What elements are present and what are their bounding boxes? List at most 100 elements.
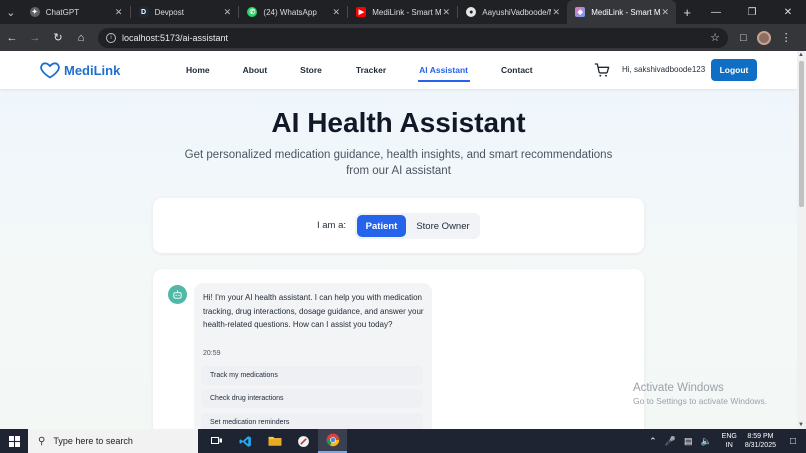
extensions-icon[interactable]: □ — [740, 32, 747, 44]
windows-logo-icon — [8, 435, 20, 447]
brand-logo[interactable]: MediLink — [40, 60, 120, 80]
language-code: ENG — [721, 433, 737, 440]
role-patient-button[interactable]: Patient — [357, 215, 406, 237]
chrome-icon[interactable] — [318, 429, 347, 453]
tab-close-icon[interactable]: ✕ — [660, 7, 670, 18]
watermark-subtitle: Go to Settings to activate Windows. — [633, 396, 768, 406]
tab-close-icon[interactable]: ✕ — [551, 7, 561, 18]
nav-link-home[interactable]: Home — [186, 65, 210, 75]
tab-title: (24) WhatsApp — [263, 7, 317, 17]
nav-link-tracker[interactable]: Tracker — [356, 65, 386, 75]
browser-tab-medilink-active[interactable]: ◆ MediLink - Smart Me ✕ — [567, 0, 677, 24]
restore-icon[interactable]: ❐ — [734, 0, 770, 24]
site-navbar: MediLink Home About Store Tracker AI Ass… — [0, 51, 797, 89]
clock-time: 8:59 PM — [747, 433, 774, 440]
tab-search-icon[interactable]: ⌄ — [0, 0, 22, 24]
quick-action-check-interactions[interactable]: Check drug interactions — [201, 389, 423, 408]
site-info-icon[interactable]: i — [106, 32, 116, 43]
search-icon: ⚲ — [38, 435, 46, 447]
devpost-icon: D — [138, 7, 149, 17]
taskbar-search-placeholder: Type here to search — [53, 436, 133, 446]
notification-icon[interactable]: □ — [784, 436, 802, 447]
taskbar-search-box[interactable]: ⚲ Type here to search — [28, 429, 198, 453]
tab-title: Devpost — [154, 7, 184, 17]
vscode-icon[interactable] — [231, 429, 260, 453]
chatgpt-icon: ✦ — [29, 7, 40, 17]
robot-icon — [173, 290, 182, 299]
page-subtitle: Get personalized medication guidance, he… — [184, 149, 613, 177]
chat-panel: Hi! I'm your AI health assistant. I can … — [153, 269, 644, 429]
new-tab-icon[interactable]: + — [676, 0, 698, 24]
activate-windows-watermark: Activate Windows Go to Settings to activ… — [633, 382, 767, 406]
network-icon[interactable]: ▤ — [684, 436, 693, 447]
tab-close-icon[interactable]: ✕ — [114, 7, 124, 18]
role-store-owner-button[interactable]: Store Owner — [408, 215, 478, 237]
nav-link-store[interactable]: Store — [300, 65, 322, 75]
taskbar-clock[interactable]: 8:59 PM 8/31/2025 — [745, 432, 776, 450]
whatsapp-icon: ✆ — [247, 7, 258, 17]
region-code: IN — [725, 442, 733, 449]
tab-close-icon[interactable]: ✕ — [441, 7, 451, 18]
github-icon: ● — [466, 7, 477, 17]
browser-actions: □ ⋮ — [740, 30, 792, 45]
tab-close-icon[interactable]: ✕ — [331, 7, 341, 18]
nav-link-about[interactable]: About — [243, 65, 268, 75]
browser-tab-devpost[interactable]: D Devpost ✕ — [131, 0, 239, 24]
tab-title: ChatGPT — [45, 7, 80, 17]
windows-start-icon[interactable] — [0, 429, 28, 453]
profile-avatar[interactable] — [756, 30, 771, 45]
bookmark-star-icon[interactable]: ☆ — [710, 31, 720, 44]
url-text: localhost:5173/ai-assistant — [122, 32, 229, 43]
language-indicator[interactable]: ENG IN — [722, 432, 737, 450]
message-timestamp: 20:59 — [203, 350, 221, 357]
browser-menu-icon[interactable]: ⋮ — [781, 31, 792, 44]
file-explorer-icon[interactable] — [260, 429, 289, 453]
nav-links: Home About Store Tracker AI Assistant Co… — [186, 51, 533, 89]
heart-icon — [40, 62, 60, 79]
browser-tab-medilink-youtube[interactable]: ▶ MediLink - Smart Me ✕ — [348, 0, 457, 24]
youtube-icon: ▶ — [356, 7, 367, 17]
tab-close-icon[interactable]: ✕ — [222, 7, 232, 18]
tab-title: MediLink - Smart Me — [372, 7, 442, 17]
home-icon[interactable]: ⌂ — [70, 27, 92, 49]
quick-action-set-reminders[interactable]: Set medication reminders — [201, 413, 423, 429]
forward-icon[interactable]: → — [24, 27, 46, 49]
app-round-icon[interactable] — [289, 429, 318, 453]
user-greeting: Hi, sakshivadboode123 — [622, 65, 706, 74]
clock-date: 8/31/2025 — [744, 442, 776, 449]
close-window-icon[interactable]: ✕ — [770, 0, 806, 24]
tab-title: MediLink - Smart Me — [591, 7, 661, 17]
minimize-icon[interactable]: — — [698, 0, 734, 24]
reload-icon[interactable]: ↻ — [47, 27, 69, 49]
task-view-icon[interactable] — [202, 429, 231, 453]
scroll-down-icon[interactable]: ▼ — [798, 422, 804, 428]
speaker-icon[interactable]: 🔈 — [700, 436, 711, 447]
scroll-up-icon[interactable]: ▲ — [798, 52, 804, 58]
quick-action-track-medications[interactable]: Track my medications — [201, 366, 423, 385]
back-icon[interactable]: ← — [1, 27, 23, 49]
windows-taskbar: ⚲ Type here to search ⌃ 🎤 ▤ 🔈 ENG IN 8:5… — [0, 429, 806, 453]
role-selector-card: I am a: Patient Store Owner — [153, 198, 644, 253]
nav-link-contact[interactable]: Contact — [501, 65, 533, 75]
page-viewport: MediLink Home About Store Tracker AI Ass… — [0, 51, 797, 429]
browser-tab-chatgpt[interactable]: ✦ ChatGPT ✕ — [22, 0, 130, 24]
browser-tab-github[interactable]: ● AayushiVadboode/M ✕ — [458, 0, 567, 24]
browser-tab-whatsapp[interactable]: ✆ (24) WhatsApp ✕ — [239, 0, 347, 24]
address-bar[interactable]: i localhost:5173/ai-assistant ☆ — [98, 27, 728, 48]
role-toggle: Patient Store Owner — [355, 213, 480, 239]
assistant-message-bubble: Hi! I'm your AI health assistant. I can … — [194, 283, 432, 429]
tray-chevron-icon[interactable]: ⌃ — [649, 436, 657, 447]
cart-icon[interactable] — [594, 62, 610, 78]
microphone-icon[interactable]: 🎤 — [665, 436, 676, 447]
window-controls: — ❐ ✕ — [698, 0, 806, 24]
nav-link-ai-assistant[interactable]: AI Assistant — [418, 65, 470, 82]
logout-button[interactable]: Logout — [711, 59, 757, 81]
scrollbar-thumb[interactable] — [799, 61, 804, 207]
browser-toolbar: ← → ↻ ⌂ i localhost:5173/ai-assistant ☆ … — [0, 24, 806, 51]
medilink-gem-icon: ◆ — [575, 7, 586, 17]
page-title: AI Health Assistant — [271, 107, 526, 138]
tab-title: AayushiVadboode/M — [482, 7, 552, 17]
taskbar-apps — [202, 429, 347, 453]
browser-tab-strip: ⌄ ✦ ChatGPT ✕ D Devpost ✕ ✆ (24) WhatsAp… — [0, 0, 806, 24]
page-scrollbar[interactable]: ▲ ▼ — [797, 51, 806, 429]
